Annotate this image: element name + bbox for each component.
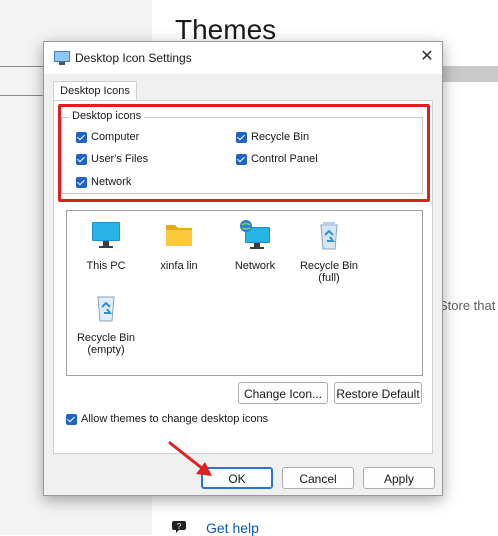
- icon-label-line: (full): [318, 272, 340, 284]
- icon-label-line: (empty): [87, 344, 125, 356]
- icon-label: Network: [234, 260, 276, 272]
- dialog-title: Desktop Icon Settings: [75, 51, 192, 65]
- icon-label: Recycle Bin (full): [293, 260, 365, 284]
- restore-default-button[interactable]: Restore Default: [334, 382, 422, 404]
- theme-banner: [440, 66, 498, 82]
- checkbox-checked-icon: [66, 413, 77, 425]
- icon-label: xinfa lin: [160, 260, 198, 272]
- change-icon-button[interactable]: Change Icon...: [238, 382, 328, 404]
- icon-recycle-bin-empty[interactable]: Recycle Bin (empty): [70, 291, 142, 356]
- icon-recycle-bin-full[interactable]: Recycle Bin (full): [293, 219, 365, 284]
- help-icon: ?: [172, 521, 186, 533]
- icon-label-line: Recycle Bin: [76, 332, 136, 344]
- icon-network[interactable]: Network: [219, 219, 291, 272]
- dialog-titlebar: Desktop Icon Settings ✕: [44, 42, 442, 74]
- cancel-button[interactable]: Cancel: [282, 467, 354, 489]
- icon-this-pc[interactable]: This PC: [70, 219, 142, 272]
- folder-icon: [166, 225, 192, 246]
- icon-label-line: Recycle Bin: [299, 260, 359, 272]
- svg-text:?: ?: [177, 522, 182, 531]
- close-button[interactable]: ✕: [412, 42, 442, 72]
- desktop-settings-icon: [54, 51, 70, 65]
- close-icon: ✕: [420, 48, 434, 65]
- recycle-bin-full-icon: [320, 222, 338, 250]
- get-help-link[interactable]: Get help: [206, 520, 259, 536]
- store-text: Store that: [439, 298, 496, 313]
- desktop-icon-settings-dialog: Desktop Icon Settings ✕ Desktop Icons De…: [43, 41, 443, 496]
- highlight-box: [58, 104, 430, 202]
- allow-themes-checkbox[interactable]: Allow themes to change desktop icons: [66, 413, 268, 425]
- ok-button[interactable]: OK: [201, 467, 273, 489]
- icon-label: This PC: [86, 260, 126, 272]
- recycle-bin-empty-icon: [97, 296, 115, 322]
- icon-user-folder[interactable]: xinfa lin: [143, 219, 215, 272]
- icon-label: Recycle Bin (empty): [70, 332, 142, 356]
- icon-list[interactable]: This PC xinfa lin Network Recycle Bin (f…: [66, 210, 423, 376]
- tab-desktop-icons[interactable]: Desktop Icons: [53, 81, 137, 101]
- apply-button[interactable]: Apply: [363, 467, 435, 489]
- checkbox-label: Allow themes to change desktop icons: [81, 413, 269, 425]
- monitor-icon: [92, 222, 120, 248]
- network-icon: [240, 220, 270, 249]
